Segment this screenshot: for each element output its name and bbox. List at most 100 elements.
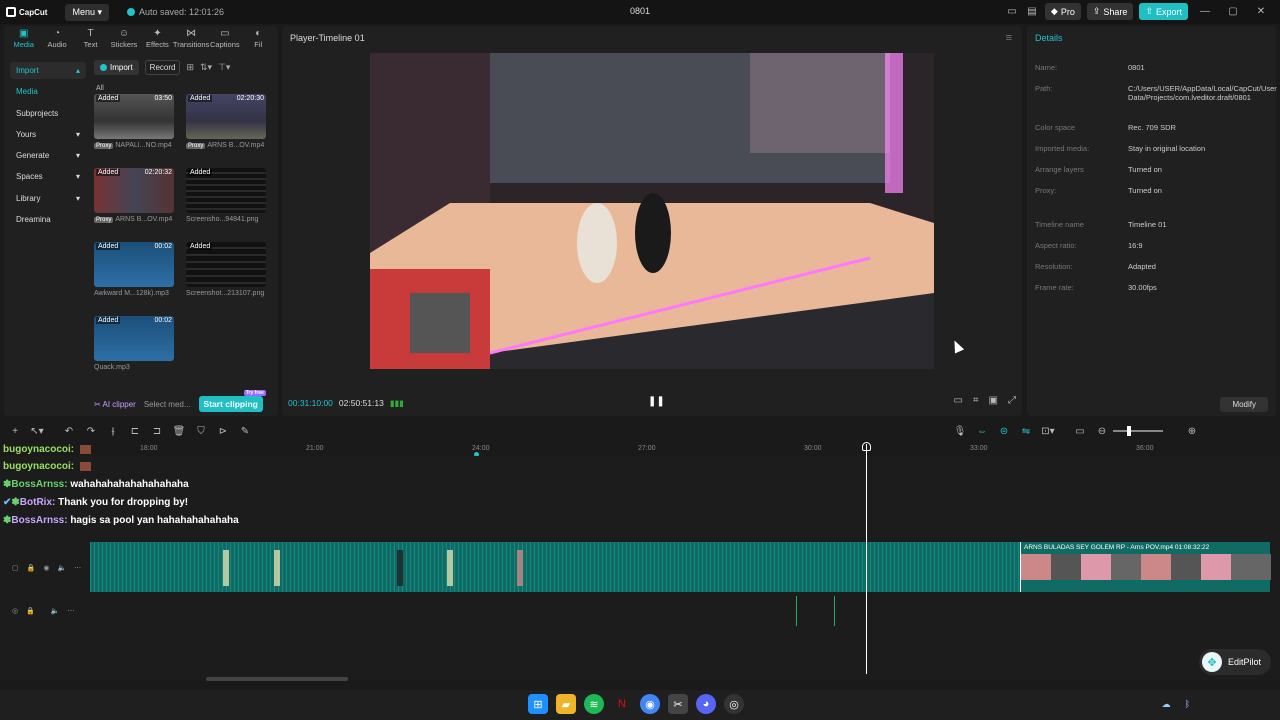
clip-marker[interactable] — [274, 550, 280, 586]
tab-media[interactable]: ▣ Media — [8, 28, 39, 49]
ai-clipper-button[interactable]: ✂ AI clipper — [94, 400, 136, 409]
clip-marker[interactable] — [517, 550, 523, 586]
split-right-icon[interactable]: ⊐ — [146, 426, 168, 437]
speaker-icon[interactable]: 🔈 — [51, 607, 60, 615]
split-icon[interactable]: ⫲ — [102, 426, 124, 437]
onedrive-icon[interactable]: ☁ — [1162, 699, 1171, 710]
file-explorer-icon[interactable]: ▰ — [556, 694, 576, 714]
timeline-scrollbar[interactable] — [206, 677, 348, 681]
media-name: NAPALI...NO.mp4 — [115, 142, 172, 149]
delete-icon[interactable]: 🗑 — [168, 426, 190, 437]
lock-icon[interactable]: 🔒 — [27, 564, 36, 572]
sort-icon[interactable]: ⇅▾ — [200, 62, 212, 73]
fullscreen-icon[interactable]: ⤢ — [1008, 395, 1016, 406]
clip-marker[interactable] — [223, 550, 229, 586]
windows-start-icon[interactable]: ⊞ — [528, 694, 548, 714]
select-tool-icon[interactable]: ↖▾ — [26, 426, 48, 437]
ai-clipper-row: ✂ AI clipper Select med... Start clippin… — [94, 390, 266, 412]
export-button[interactable]: ⇧ Export — [1139, 3, 1188, 20]
share-button[interactable]: ⇪ Share — [1086, 3, 1134, 20]
nav-spaces[interactable]: Spaces ▾ — [10, 168, 86, 185]
ratio-icon[interactable]: ▣ — [989, 395, 998, 406]
video-preview[interactable] — [370, 53, 934, 369]
media-item[interactable]: Added Screenshot...213107.png — [186, 242, 266, 304]
tab-text[interactable]: T Text — [75, 28, 106, 49]
media-item[interactable]: Added Screensho...94841.png — [186, 168, 266, 230]
nav-yours[interactable]: Yours ▾ — [10, 126, 86, 143]
magnet-icon[interactable]: ⊜ — [993, 426, 1015, 437]
record-button[interactable]: Record — [144, 60, 181, 75]
caption-icon[interactable]: ▭ — [1069, 426, 1091, 437]
netflix-icon[interactable]: N — [612, 694, 632, 714]
crop-icon[interactable]: ⌗ — [973, 395, 979, 406]
clip-marker[interactable] — [397, 550, 403, 586]
zoom-slider[interactable] — [1113, 426, 1163, 436]
minimize-icon[interactable]: — — [1194, 6, 1216, 17]
zoom-out-icon[interactable]: ⊖ — [1091, 426, 1113, 437]
microphone-icon[interactable]: 🎙 — [949, 426, 971, 437]
start-clipping-button[interactable]: Start clipping Try free — [198, 390, 266, 412]
tab-audio[interactable]: ◔ Audio — [41, 28, 72, 49]
chrome-icon[interactable]: ◉ — [640, 694, 660, 714]
lock-icon[interactable]: 🔒 — [26, 607, 35, 615]
eye-icon[interactable]: ◉ — [43, 564, 49, 572]
pro-button[interactable]: ◆ Pro — [1044, 3, 1081, 20]
timeline-ruler[interactable]: 18:00 21:00 24:00 27:00 30:00 33:00 36:0… — [90, 442, 1280, 457]
preview-axis-icon[interactable]: ⊡▾ — [1037, 426, 1059, 437]
nav-import[interactable]: Import ▴ — [10, 62, 86, 79]
tab-effects[interactable]: ✦ Effects — [142, 28, 173, 49]
close-icon[interactable]: ✕ — [1250, 6, 1272, 17]
menu-icon[interactable]: ≡ — [1006, 32, 1012, 44]
zoom-in-icon[interactable]: ⊕ — [1181, 426, 1203, 437]
link-main-icon[interactable]: ⇔ — [971, 426, 993, 437]
bluetooth-icon[interactable]: ᛒ — [1185, 699, 1190, 710]
speaker-icon[interactable]: 🔈 — [57, 564, 66, 572]
discord-icon[interactable]: ◕ — [696, 694, 716, 714]
add-track-icon[interactable]: + — [4, 426, 26, 437]
chat-overlay-line: ✽BossArnss: wahahahahahahahahaha — [3, 479, 189, 490]
linkage-icon[interactable]: ⇋ — [1015, 426, 1037, 437]
import-button[interactable]: Import — [94, 60, 139, 75]
undo-icon[interactable]: ↶ — [58, 426, 80, 437]
playhead[interactable] — [866, 444, 867, 674]
video-clip[interactable]: ARNS BULADAS SEY GOLEM RP - Arns POV.mp4… — [1020, 542, 1271, 592]
redo-icon[interactable]: ↷ — [80, 426, 102, 437]
cover-icon[interactable]: ▢ — [12, 564, 19, 572]
draw-icon[interactable]: ✎ — [234, 426, 256, 437]
nav-media[interactable]: Media — [10, 83, 86, 100]
filter-icon[interactable]: ⊤▾ — [218, 62, 230, 73]
layout-icon[interactable]: ▭ — [1005, 5, 1019, 19]
media-item[interactable]: Added 00:02 Quack.mp3 — [94, 316, 174, 378]
tab-transitions[interactable]: ⋈ Transitions — [173, 28, 209, 49]
media-item[interactable]: Added 00:02 Awkward M...128k).mp3 — [94, 242, 174, 304]
split-left-icon[interactable]: ⊏ — [124, 426, 146, 437]
more-icon[interactable]: ⋯ — [68, 607, 75, 615]
shortcuts-icon[interactable]: ▤ — [1025, 5, 1039, 19]
media-icon: ▣ — [18, 28, 29, 39]
maximize-icon[interactable]: ▢ — [1222, 6, 1244, 17]
shield-icon[interactable]: ⛉ — [190, 426, 212, 437]
tab-captions[interactable]: ▭ Captions — [209, 28, 240, 49]
pause-icon[interactable]: ❚❚ — [648, 396, 665, 407]
tab-filters[interactable]: ◐ Fil — [243, 28, 274, 49]
media-item[interactable]: Added 03:50 Proxy NAPALI...NO.mp4 — [94, 94, 174, 156]
media-item[interactable]: Added 02:20:32 Proxy ARNS B...OV.mp4 — [94, 168, 174, 230]
media-item[interactable]: Added 02:20:30 Proxy ARNS B...OV.mp4 — [186, 94, 266, 156]
capcut-taskbar-icon[interactable]: ✂ — [668, 694, 688, 714]
obs-icon[interactable]: ◎ — [724, 694, 744, 714]
spotify-icon[interactable]: ≋ — [584, 694, 604, 714]
audio-track-icon[interactable]: ◎ — [12, 607, 18, 615]
nav-dreamina[interactable]: Dreamina — [10, 211, 86, 228]
editpilot-button[interactable]: ✥ EditPilot — [1199, 649, 1271, 675]
nav-generate[interactable]: Generate ▾ — [10, 147, 86, 164]
menu-button[interactable]: Menu ▾ — [65, 3, 109, 21]
tab-stickers[interactable]: ☺ Stickers — [108, 28, 139, 49]
grid-view-icon[interactable]: ⊞ — [186, 62, 194, 73]
aspect-ratio-icon[interactable]: ▭ — [953, 395, 962, 406]
more-icon[interactable]: ⋯ — [74, 564, 81, 572]
nav-subprojects[interactable]: Subprojects — [10, 105, 86, 122]
freeze-icon[interactable]: ⊳ — [212, 426, 234, 437]
modify-button[interactable]: Modify — [1220, 397, 1268, 412]
nav-library[interactable]: Library ▾ — [10, 190, 86, 207]
clip-marker[interactable] — [447, 550, 453, 586]
